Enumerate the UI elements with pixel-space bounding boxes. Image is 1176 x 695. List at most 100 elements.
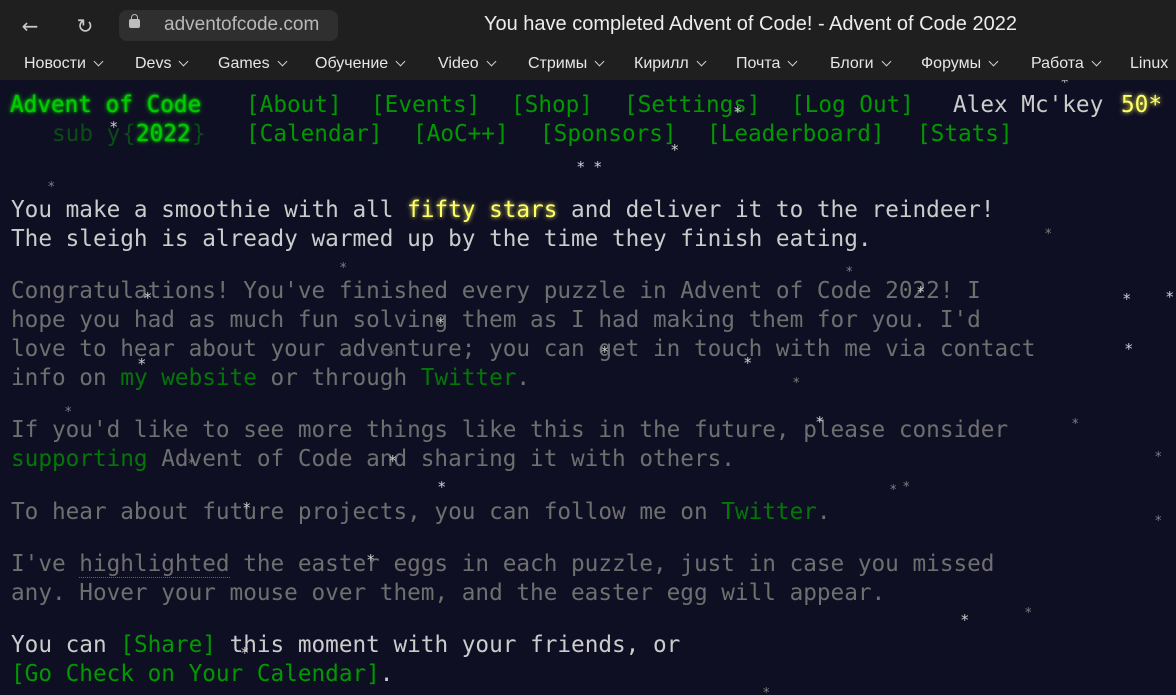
text-span: . (516, 365, 531, 391)
text-span: You can (11, 632, 121, 658)
bookmark-label: Linux (1130, 55, 1169, 72)
bookmark-label: Devs (135, 55, 172, 72)
text-span: or through (256, 365, 421, 391)
bookmark-folder[interactable]: Обучение (315, 55, 406, 73)
year-link[interactable]: 2022 (136, 120, 191, 149)
bookmark-folder[interactable]: Video (438, 55, 497, 73)
supporting-link[interactable]: supporting (11, 446, 148, 472)
share-line2: [Go Check on Your Calendar]. (11, 660, 393, 689)
nav-about[interactable]: [About] (246, 91, 342, 120)
text-span: . (816, 499, 831, 525)
nav-events[interactable]: [Events] (371, 91, 480, 120)
nav-shop[interactable]: [Shop] (511, 91, 593, 120)
text-span: I've (11, 551, 80, 577)
snow-star-icon: * (594, 158, 602, 176)
text-span: Advent of Code and sharing it with other… (147, 446, 735, 472)
address-text: adventofcode.com (164, 14, 320, 35)
text-span: and deliver it to the reindeer! (557, 197, 995, 223)
share-line1: You can [Share] this moment with your fr… (11, 631, 680, 660)
user-name: Alex Mc'key (953, 92, 1104, 118)
snow-star-icon: * (1061, 80, 1069, 91)
highlighted-text[interactable]: highlighted (79, 551, 230, 578)
text-span: info on (11, 365, 121, 391)
twitter-link[interactable]: Twitter (421, 365, 517, 391)
snow-star-icon: * (1155, 450, 1162, 465)
bookmark-label: Новости (24, 55, 86, 72)
back-arrow-icon[interactable]: ← (17, 13, 43, 39)
reload-icon[interactable]: ↻ (72, 13, 98, 39)
bookmark-folder[interactable]: Devs (135, 55, 189, 73)
chevron-down-icon (179, 56, 189, 67)
snow-star-icon: * (340, 261, 347, 276)
site-logo[interactable]: Advent of Code (10, 91, 201, 120)
congrats-line2: hope you had as much fun solving them as… (11, 307, 981, 333)
nav-stats[interactable]: [Stats] (917, 120, 1013, 149)
bookmark-label: Стримы (528, 55, 588, 72)
bookmark-label: Почта (736, 55, 781, 72)
bookmark-label: Форумы (921, 55, 982, 72)
support-line2: supporting Advent of Code and sharing it… (11, 445, 735, 474)
twitter-follow-link[interactable]: Twitter (721, 499, 817, 525)
bookmark-label: Блоги (830, 55, 874, 72)
snow-star-icon: * (577, 158, 585, 176)
share-link[interactable]: [Share] (120, 632, 216, 658)
bookmark-folder[interactable]: Блоги (830, 55, 891, 73)
chevron-down-icon (1091, 56, 1102, 67)
snow-star-icon: * (1155, 514, 1162, 529)
page-content: Advent of Code [About] [Events] [Shop] [… (0, 80, 1176, 695)
bookmark-folder[interactable]: Games (218, 55, 288, 73)
bookmark-label: Кирилл (634, 55, 689, 72)
snow-star-icon: * (48, 180, 55, 195)
sub-prefix: sub y (52, 121, 121, 147)
easter-eggs-line2: any. Hover your mouse over them, and the… (11, 580, 886, 606)
browser-toolbar: ← ↻ adventofcode.com You have completed … (0, 0, 1176, 52)
nav-calendar[interactable]: [Calendar] (246, 120, 383, 149)
bookmark-folder[interactable]: Почта (736, 55, 798, 73)
snow-star-icon: * (961, 611, 969, 629)
chevron-down-icon (486, 56, 497, 67)
snow-star-icon: * (1045, 227, 1052, 242)
address-bar[interactable]: adventofcode.com (119, 10, 338, 41)
bookmark-folder[interactable]: Стримы (528, 55, 605, 73)
snow-star-icon: * (890, 483, 897, 498)
nav-aocplusplus[interactable]: [AoC++] (413, 120, 509, 149)
nav-settings[interactable]: [Settings] (624, 91, 761, 120)
bookmark-folder[interactable]: Новости (24, 55, 104, 73)
window-title: You have completed Advent of Code! - Adv… (484, 13, 1017, 35)
bookmark-label: Обучение (315, 55, 389, 72)
support-line1: If you'd like to see more things like th… (11, 417, 1009, 443)
chevron-down-icon (696, 56, 707, 67)
nav-logout[interactable]: [Log Out] (791, 91, 914, 120)
easter-eggs-line1: I've highlighted the easter eggs in each… (11, 550, 994, 579)
nav-sponsors[interactable]: [Sponsors] (540, 120, 677, 149)
snow-star-icon: * (438, 478, 446, 496)
congrats-line3: love to hear about your adventure; you c… (11, 336, 1036, 362)
bookmark-folder[interactable]: Работа (1031, 55, 1102, 73)
paragraph-smoothie: You make a smoothie with all fifty stars… (11, 196, 994, 225)
snow-star-icon: * (1125, 340, 1133, 358)
chevron-down-icon (594, 56, 605, 67)
congrats-line4: info on my website or through Twitter. (11, 364, 530, 393)
bookmark-folder[interactable]: Linux (1130, 55, 1168, 73)
sub-brace-open: { (122, 121, 136, 147)
chevron-down-icon (787, 56, 798, 67)
congrats-line1: Congratulations! You've finished every p… (11, 278, 981, 304)
snow-star-icon: * (1025, 606, 1032, 621)
sub-brace-close: } (192, 121, 206, 147)
lock-icon (129, 14, 140, 28)
calendar-link[interactable]: [Go Check on Your Calendar] (11, 661, 380, 687)
text-span: To hear about future projects, you can f… (11, 499, 722, 525)
bookmark-folder[interactable]: Кирилл (634, 55, 707, 73)
my-website-link[interactable]: my website (120, 365, 257, 391)
snow-star-icon: * (793, 376, 800, 391)
snow-star-icon: * (903, 480, 910, 495)
bookmark-label: Работа (1031, 55, 1084, 72)
chevron-down-icon (395, 56, 406, 67)
chevron-down-icon (277, 56, 288, 67)
chevron-down-icon (988, 56, 999, 67)
bookmark-folder[interactable]: Форумы (921, 55, 999, 73)
text-span: the easter eggs in each puzzle, just in … (229, 551, 995, 577)
nav-leaderboard[interactable]: [Leaderboard] (707, 120, 885, 149)
bookmark-label: Games (218, 55, 270, 72)
paragraph-smoothie-line2: The sleigh is already warmed up by the t… (11, 226, 872, 252)
